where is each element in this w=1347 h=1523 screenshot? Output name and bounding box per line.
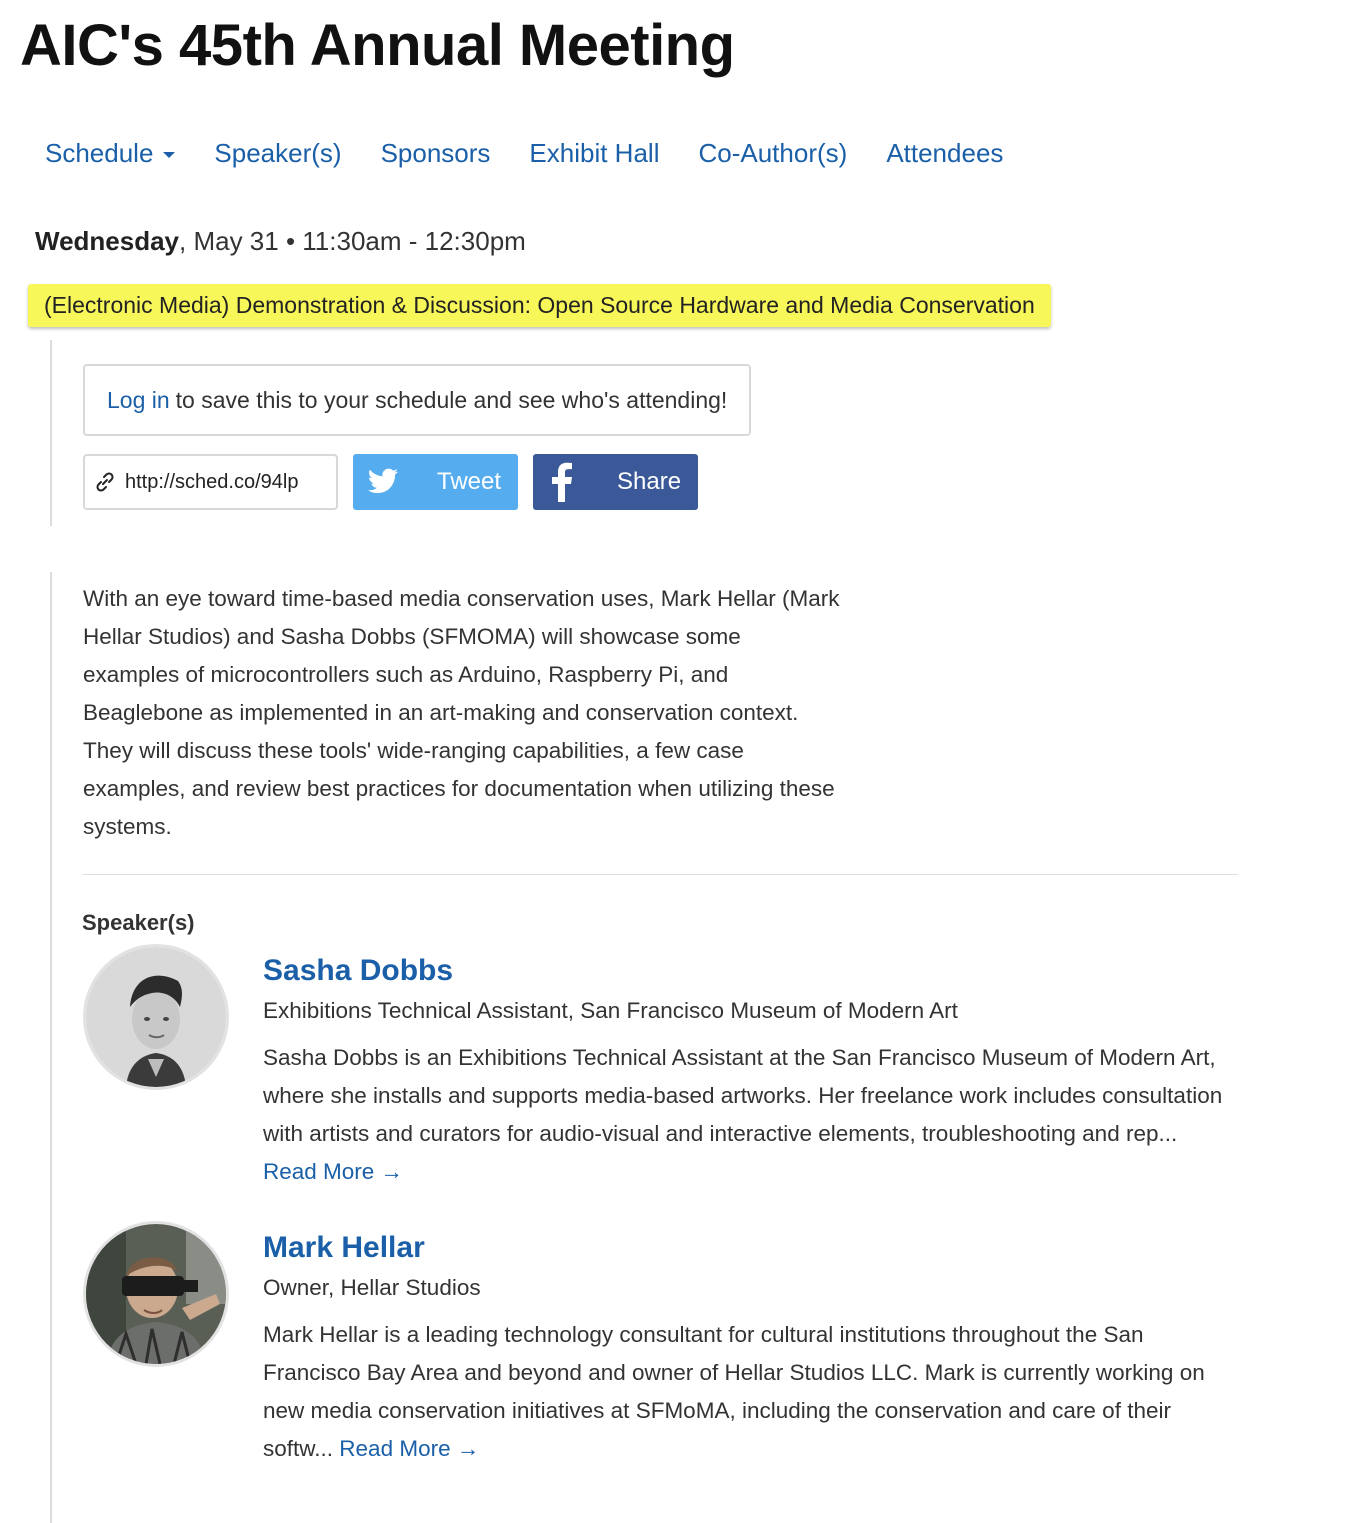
read-more-link[interactable]: Read More → <box>339 1436 479 1461</box>
main-nav: Schedule Speaker(s) Sponsors Exhibit Hal… <box>45 138 1042 169</box>
session-date-time: , May 31 • 11:30am - 12:30pm <box>179 226 526 256</box>
avatar[interactable] <box>83 944 229 1090</box>
left-rule <box>50 572 52 1523</box>
twitter-bird-icon <box>367 468 399 494</box>
speakers-heading: Speaker(s) <box>82 910 195 935</box>
share-row: http://sched.co/94lp Tweet Share <box>83 454 713 510</box>
speaker-bio: Mark Hellar is a leading technology cons… <box>263 1316 1223 1468</box>
speaker-role: Owner, Hellar Studios <box>263 1275 481 1300</box>
facebook-f-icon <box>552 462 572 502</box>
nav-sponsors[interactable]: Sponsors <box>381 138 491 169</box>
session-day: Wednesday <box>35 226 180 256</box>
tweet-button[interactable]: Tweet <box>353 454 518 510</box>
speaker-card: Mark Hellar Owner, Hellar Studios Mark H… <box>83 1221 1243 1481</box>
share-label: Share <box>617 468 682 495</box>
login-prompt: Log in to save this to your schedule and… <box>83 364 751 436</box>
section-divider <box>83 874 1238 875</box>
left-rule <box>50 340 52 526</box>
page-title: AIC's 45th Annual Meeting <box>20 13 735 78</box>
short-url-box[interactable]: http://sched.co/94lp <box>83 454 338 510</box>
speaker-photo <box>86 947 226 1087</box>
login-link[interactable]: Log in <box>107 387 170 414</box>
speaker-role: Exhibitions Technical Assistant, San Fra… <box>263 998 958 1023</box>
nav-attendees[interactable]: Attendees <box>886 138 1003 169</box>
speaker-bio: Sasha Dobbs is an Exhibitions Technical … <box>263 1039 1223 1191</box>
caret-down-icon <box>163 151 176 158</box>
nav-schedule[interactable]: Schedule <box>45 138 176 169</box>
session-datetime: Wednesday, May 31 • 11:30am - 12:30pm <box>35 226 526 257</box>
facebook-share-button[interactable]: Share <box>533 454 698 510</box>
short-url-text: http://sched.co/94lp <box>125 470 299 493</box>
nav-co-authors[interactable]: Co-Author(s) <box>698 138 847 169</box>
speaker-photo <box>86 1224 226 1364</box>
tweet-label: Tweet <box>437 468 502 495</box>
speaker-name[interactable]: Mark Hellar <box>263 1231 425 1265</box>
speaker-name[interactable]: Sasha Dobbs <box>263 954 453 988</box>
read-more-link[interactable]: Read More → <box>263 1159 403 1184</box>
login-prompt-text: to save this to your schedule and see wh… <box>175 386 728 413</box>
speaker-card: Sasha Dobbs Exhibitions Technical Assist… <box>83 944 1243 1194</box>
nav-exhibit-hall[interactable]: Exhibit Hall <box>529 138 659 169</box>
link-icon <box>96 472 114 492</box>
session-title: (Electronic Media) Demonstration & Discu… <box>28 284 1051 327</box>
session-description: With an eye toward time-based media cons… <box>83 586 840 839</box>
nav-schedule-label: Schedule <box>45 138 154 168</box>
avatar[interactable] <box>83 1221 229 1367</box>
nav-speakers[interactable]: Speaker(s) <box>214 138 341 169</box>
speaker-bio-text: Sasha Dobbs is an Exhibitions Technical … <box>263 1045 1223 1146</box>
